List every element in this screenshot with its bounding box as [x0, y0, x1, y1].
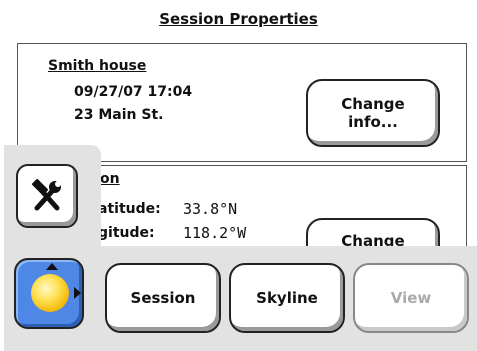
arrow-right-icon [74, 287, 81, 299]
tools-icon [29, 178, 65, 214]
arrow-up-icon [46, 263, 58, 270]
view-button-label: View [390, 289, 432, 307]
change-info-button[interactable]: Change info... [306, 79, 440, 147]
session-button[interactable]: Session [105, 263, 221, 333]
session-datetime: 09/27/07 17:04 [74, 84, 193, 100]
longitude-label: gitude: [98, 225, 155, 241]
skyline-button-label: Skyline [256, 289, 318, 307]
page-title: Session Properties [159, 10, 318, 28]
session-button-label: Session [130, 289, 196, 307]
location-title: on [100, 171, 120, 187]
latitude-value: 33.8°N [183, 200, 238, 218]
session-address: 23 Main St. [74, 107, 164, 123]
latitude-label: atitude: [98, 201, 161, 217]
skyline-button[interactable]: Skyline [229, 263, 345, 333]
view-button[interactable]: View [353, 263, 469, 333]
longitude-value: 118.2°W [183, 224, 247, 242]
session-name: Smith house [48, 58, 147, 74]
tools-button[interactable] [16, 164, 78, 228]
sun-icon [31, 274, 69, 312]
change-info-button-label: Change info... [341, 95, 405, 131]
sun-view-button[interactable] [14, 258, 84, 329]
